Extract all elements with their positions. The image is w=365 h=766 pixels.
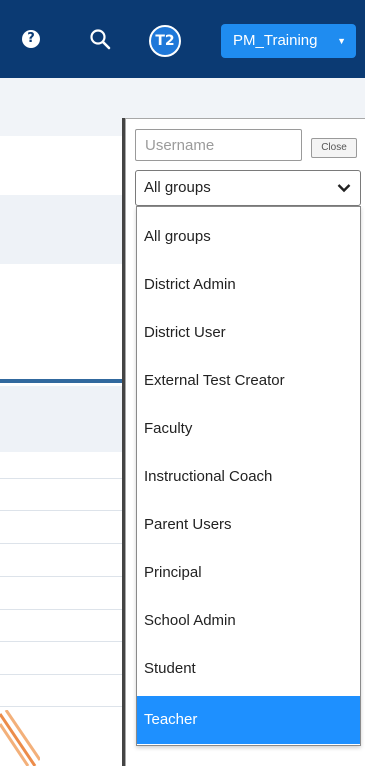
group-select-value: All groups (144, 179, 211, 196)
account-menu-button[interactable]: PM_Training ▼ (221, 24, 356, 58)
dropdown-option[interactable]: District User (137, 309, 360, 357)
dropdown-option[interactable]: All groups (137, 213, 360, 261)
group-dropdown-list: All groups District Admin District User … (136, 206, 361, 746)
group-select[interactable]: All groups (135, 170, 361, 206)
account-menu-label: PM_Training (233, 32, 318, 49)
decorative-stripes (0, 710, 40, 766)
table-row (0, 478, 135, 479)
table-row (0, 510, 135, 511)
dropdown-option[interactable]: Instructional Coach (137, 453, 360, 501)
dropdown-option[interactable]: District Admin (137, 261, 360, 309)
user-avatar[interactable]: T2 (149, 25, 181, 57)
username-input[interactable] (135, 129, 302, 161)
dropdown-option[interactable]: School Admin (137, 597, 360, 645)
table-row (0, 674, 135, 675)
search-icon[interactable] (88, 27, 112, 51)
dropdown-option[interactable]: Faculty (137, 405, 360, 453)
table-row (0, 609, 135, 610)
top-navigation-bar: ? T2 PM_Training ▼ (0, 0, 365, 78)
dropdown-option[interactable]: Student (137, 645, 360, 693)
dropdown-option[interactable]: Principal (137, 549, 360, 597)
table-row (0, 576, 135, 577)
section-divider (0, 379, 135, 383)
dropdown-option[interactable]: Parent Users (137, 501, 360, 549)
table-row (0, 706, 135, 707)
help-icon[interactable]: ? (22, 30, 40, 48)
caret-down-icon: ▼ (337, 36, 346, 46)
close-button[interactable]: Close (311, 138, 357, 158)
dropdown-option-selected[interactable]: Teacher (137, 696, 360, 744)
table-row (0, 641, 135, 642)
chevron-down-icon (337, 184, 351, 193)
table-row (0, 543, 135, 544)
dropdown-option[interactable]: External Test Creator (137, 357, 360, 405)
